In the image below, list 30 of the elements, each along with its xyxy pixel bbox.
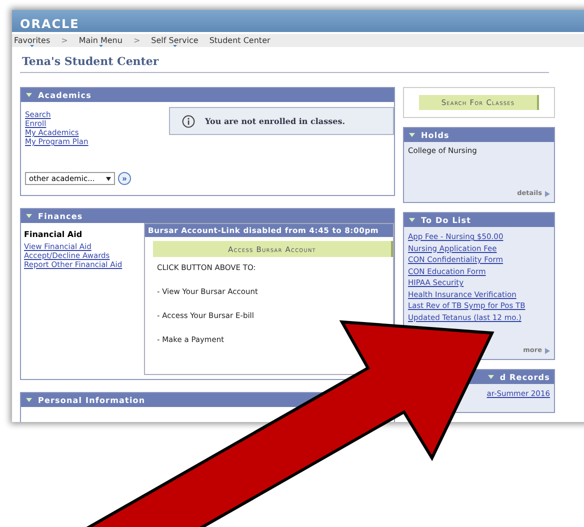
- pagelet-title: Personal Information: [38, 396, 146, 404]
- pagelet-title: To Do List: [421, 216, 472, 224]
- collapse-icon[interactable]: [488, 374, 494, 380]
- breadcrumb-link[interactable]: Self Service: [151, 34, 198, 45]
- breadcrumb-separator: >: [133, 35, 140, 45]
- breadcrumb-link[interactable]: Favorites: [14, 34, 50, 45]
- pagelet-title: d Records: [500, 372, 550, 382]
- collapse-icon[interactable]: [409, 132, 415, 138]
- notice-text: You are not enrolled in classes.: [205, 116, 345, 126]
- financial-aid-heading: Financial Aid: [24, 230, 84, 239]
- menu-caret-icon[interactable]: [98, 45, 103, 47]
- pagelet-title: Academics: [38, 90, 92, 100]
- pagelet-title: Finances: [38, 212, 83, 220]
- info-icon: [182, 114, 195, 128]
- dropdown-caret-icon: [106, 176, 111, 180]
- page-title: Tena's Student Center: [20, 53, 549, 73]
- collapse-icon[interactable]: [409, 218, 415, 222]
- menu-caret-icon[interactable]: [30, 45, 34, 47]
- breadcrumb-link[interactable]: Main Menu: [78, 34, 122, 45]
- breadcrumb-link[interactable]: Student Center: [209, 34, 270, 45]
- collapse-icon[interactable]: [26, 92, 32, 98]
- triangle-icon[interactable]: [545, 348, 550, 354]
- pagelet-title: Holds: [421, 130, 450, 140]
- menu-caret-icon[interactable]: [172, 45, 177, 47]
- collapse-icon[interactable]: [26, 398, 32, 402]
- oracle-logo: ORACLE: [20, 17, 80, 31]
- triangle-icon[interactable]: [545, 190, 550, 196]
- breadcrumb-separator: >: [61, 35, 68, 45]
- collapse-icon[interactable]: [26, 214, 32, 218]
- go-button[interactable]: »: [118, 172, 131, 185]
